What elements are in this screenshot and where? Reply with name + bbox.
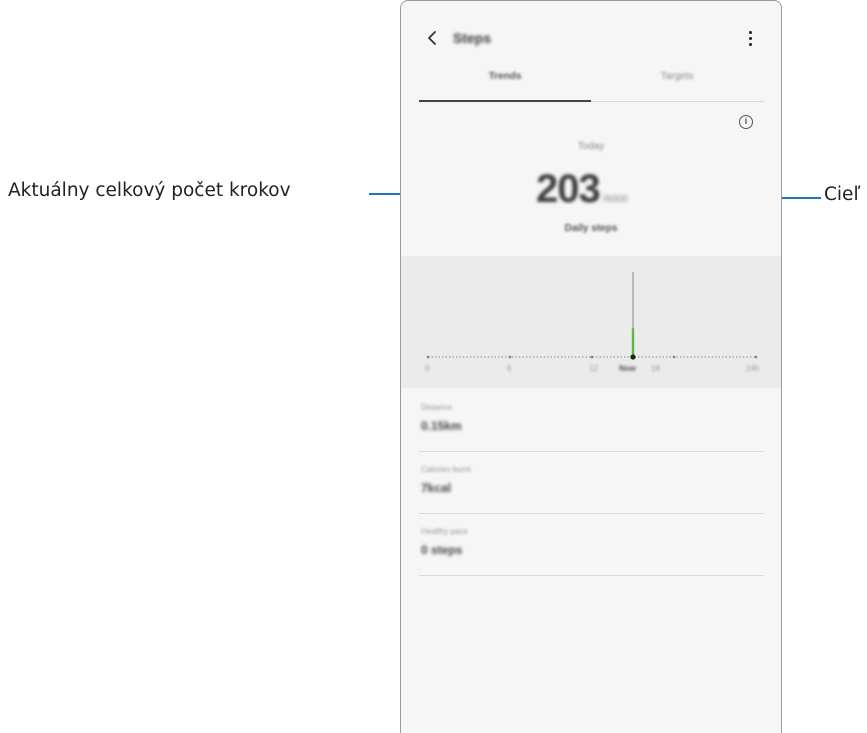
stat-calories-label: Calories burnt [421, 465, 471, 474]
step-target: /6000 [602, 194, 628, 205]
stat-calories: Calories burnt 7kcal [419, 451, 764, 514]
chart-tick-label: Now [619, 364, 636, 373]
more-vertical-icon-dot [748, 42, 752, 46]
callout-current-steps-label: Aktuálny celkový počet krokov [8, 180, 291, 201]
period-label: Today [577, 141, 605, 152]
callout-target-label: Cieľ [824, 184, 861, 205]
chart-now-dot [630, 354, 636, 360]
chart-tick-label: 6 [507, 364, 512, 373]
chart-tick-label: 0 [425, 364, 430, 373]
more-vertical-icon-dot [748, 36, 752, 40]
info-icon[interactable]: i [739, 115, 753, 129]
page-title: Steps [453, 30, 492, 46]
tab-trends[interactable]: Trends [419, 71, 591, 82]
stat-healthy-pace-value: 0 steps [421, 543, 463, 557]
chart-tick-mark [426, 355, 430, 359]
stat-distance: Distance 0.15km [419, 389, 764, 452]
daily-steps-caption: Daily steps [564, 223, 618, 234]
tab-selected-indicator [419, 100, 591, 102]
more-options-button[interactable] [741, 26, 759, 50]
manual-illustration: Aktuálny celkový počet krokov Cieľ Steps… [0, 0, 867, 733]
current-step-count: 203 [536, 167, 601, 211]
back-button[interactable] [419, 25, 445, 51]
chart-tick-label: 24h [746, 364, 760, 373]
chart-tick-mark [754, 355, 758, 359]
stat-healthy-pace: Healthy pace 0 steps [419, 513, 764, 576]
tab-bar: Trends Targets [419, 65, 764, 102]
steps-chart[interactable]: 0 6 12 Now 18 24h [401, 256, 781, 388]
tab-targets[interactable]: Targets [591, 71, 763, 82]
stat-distance-label: Distance [421, 403, 453, 412]
chart-tick-mark [590, 355, 594, 359]
chart-tick-label: 18 [651, 364, 660, 373]
stat-healthy-pace-label: Healthy pace [421, 527, 468, 536]
more-vertical-icon [748, 30, 752, 34]
chart-tick-label: 12 [589, 364, 598, 373]
stat-distance-value: 0.15km [421, 419, 462, 433]
app-bar: Steps [401, 21, 781, 55]
chart-tick-mark [508, 355, 512, 359]
chart-bar-now [631, 328, 635, 357]
step-count-row: 203 /6000 [536, 167, 628, 212]
chart-tick-mark [672, 355, 676, 359]
stat-calories-value: 7kcal [421, 481, 452, 495]
phone-screen: Steps Trends Targets i Today 203 /6000 D… [400, 0, 782, 733]
chevron-left-icon [428, 31, 436, 45]
